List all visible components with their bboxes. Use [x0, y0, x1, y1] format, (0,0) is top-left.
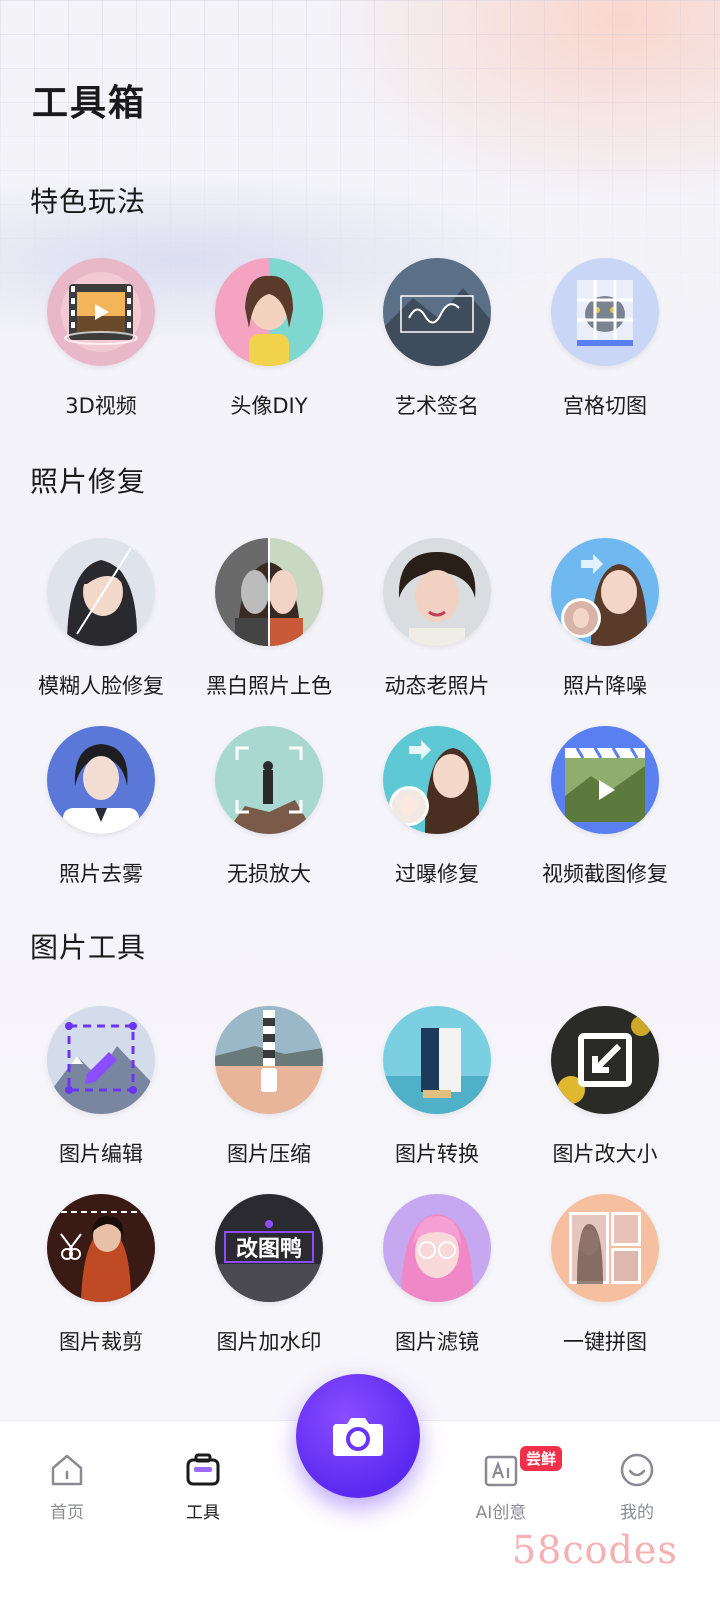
tool-overexposure-fix[interactable]: 过曝修复 — [352, 726, 522, 896]
animate-old-photo-icon — [383, 538, 491, 646]
film-3d-icon — [47, 258, 155, 366]
tool-label: 一键拼图 — [563, 1330, 647, 1354]
image-compress-icon — [215, 1006, 323, 1114]
tool-image-compress[interactable]: 图片压缩 — [184, 1006, 354, 1176]
tool-label: 图片编辑 — [59, 1142, 143, 1166]
tool-collage[interactable]: 一键拼图 — [520, 1194, 690, 1364]
colorize-icon — [215, 538, 323, 646]
page-title: 工具箱 — [32, 83, 147, 124]
image-watermark-icon: 改图鸭 — [215, 1194, 323, 1302]
ai-creative-icon — [484, 1455, 518, 1487]
nav-ai-label: AI创意 — [475, 1503, 527, 1523]
tool-label: 照片降噪 — [563, 674, 647, 698]
tool-grid-cut[interactable]: 宫格切图 — [520, 258, 690, 428]
tool-label: 图片加水印 — [216, 1330, 322, 1354]
video-frame-fix-icon — [551, 726, 659, 834]
tool-label: 无损放大 — [227, 862, 311, 886]
tool-label: 宫格切图 — [563, 394, 647, 418]
tool-label: 图片压缩 — [227, 1142, 311, 1166]
nav-me-label: 我的 — [620, 1503, 654, 1523]
nav-home[interactable]: 首页 — [12, 1450, 122, 1523]
image-edit-icon — [47, 1006, 155, 1114]
tool-label: 图片转换 — [395, 1142, 479, 1166]
nav-home-label: 首页 — [50, 1503, 84, 1523]
tool-label: 艺术签名 — [395, 394, 479, 418]
tool-label: 图片滤镜 — [395, 1330, 479, 1354]
tool-avatar-diy[interactable]: 头像DIY — [184, 258, 354, 428]
tool-image-filter[interactable]: 图片滤镜 — [352, 1194, 522, 1364]
tool-label: 视频截图修复 — [542, 862, 668, 886]
profile-smile-icon — [620, 1453, 654, 1487]
tool-3d-video[interactable]: 3D视频 — [16, 258, 186, 428]
art-signature-icon — [383, 258, 491, 366]
nav-tools-label: 工具 — [186, 1503, 220, 1523]
image-convert-icon — [383, 1006, 491, 1114]
tool-video-frame-fix[interactable]: 视频截图修复 — [520, 726, 690, 896]
nav-me[interactable]: 我的 — [582, 1450, 692, 1523]
dehaze-icon — [47, 726, 155, 834]
tool-face-deblur[interactable]: 模糊人脸修复 — [16, 538, 186, 708]
tool-label: 黑白照片上色 — [206, 674, 332, 698]
home-icon — [51, 1454, 83, 1486]
collage-icon — [551, 1194, 659, 1302]
tool-dehaze[interactable]: 照片去雾 — [16, 726, 186, 896]
face-deblur-icon — [47, 538, 155, 646]
section-title-featured: 特色玩法 — [30, 185, 147, 218]
image-crop-icon — [47, 1194, 155, 1302]
section-title-image-tools: 图片工具 — [30, 931, 147, 964]
tool-label: 动态老照片 — [384, 674, 490, 698]
image-resize-icon — [551, 1006, 659, 1114]
section-title-photo-repair: 照片修复 — [30, 465, 147, 498]
tool-colorize[interactable]: 黑白照片上色 — [184, 538, 354, 708]
overexposure-fix-icon — [383, 726, 491, 834]
tool-label: 3D视频 — [65, 394, 137, 418]
tool-label: 模糊人脸修复 — [38, 674, 164, 698]
tool-label: 照片去雾 — [59, 862, 143, 886]
watermark-overlay-text: 改图鸭 — [236, 1236, 302, 1262]
tool-image-watermark[interactable]: 改图鸭 图片加水印 — [184, 1194, 354, 1364]
tool-label: 图片改大小 — [552, 1142, 658, 1166]
toolbox-icon — [186, 1453, 220, 1486]
tool-image-resize[interactable]: 图片改大小 — [520, 1006, 690, 1176]
image-filter-icon — [383, 1194, 491, 1302]
new-badge: 尝鲜 — [520, 1446, 563, 1471]
tool-image-convert[interactable]: 图片转换 — [352, 1006, 522, 1176]
denoise-icon — [551, 538, 659, 646]
tool-upscale[interactable]: 无损放大 — [184, 726, 354, 896]
tool-label: 头像DIY — [230, 394, 308, 418]
nav-tools[interactable]: 工具 — [148, 1450, 258, 1523]
camera-button[interactable] — [296, 1374, 420, 1498]
upscale-icon — [215, 726, 323, 834]
grid-cut-icon — [551, 258, 659, 366]
avatar-diy-icon — [215, 258, 323, 366]
watermark-text: 58codes — [512, 1528, 678, 1572]
tool-animate-old-photo[interactable]: 动态老照片 — [352, 538, 522, 708]
tool-label: 过曝修复 — [395, 862, 479, 886]
tool-image-crop[interactable]: 图片裁剪 — [16, 1194, 186, 1364]
tool-label: 图片裁剪 — [59, 1330, 143, 1354]
tool-image-edit[interactable]: 图片编辑 — [16, 1006, 186, 1176]
tool-denoise[interactable]: 照片降噪 — [520, 538, 690, 708]
tool-art-signature[interactable]: 艺术签名 — [352, 258, 522, 428]
camera-icon — [333, 1418, 383, 1456]
